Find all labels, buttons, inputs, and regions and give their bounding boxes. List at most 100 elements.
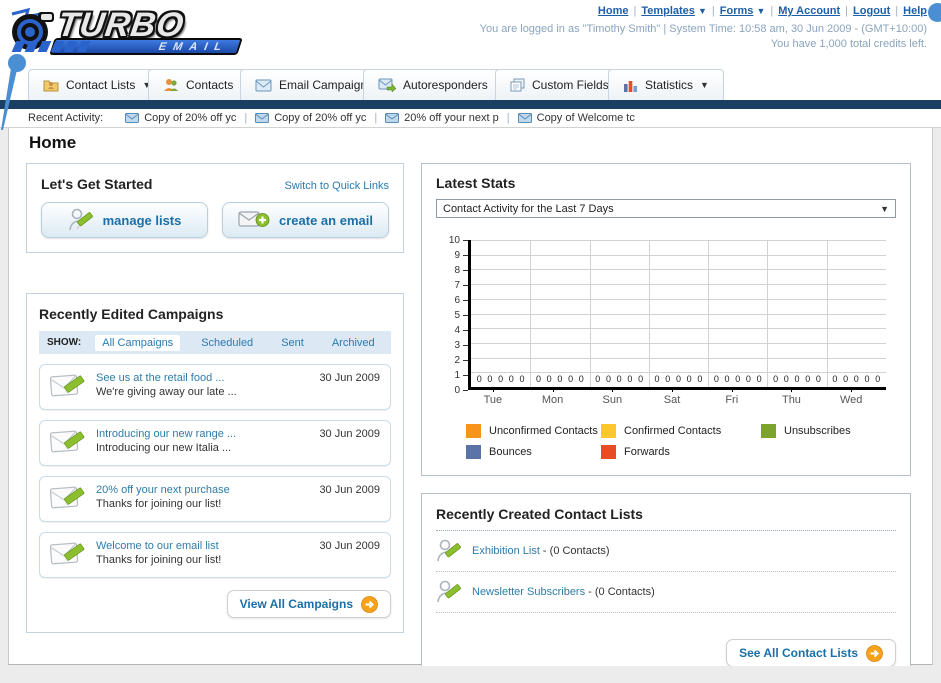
envelope-icon bbox=[517, 113, 532, 123]
annotation-dot-icon bbox=[928, 3, 941, 22]
legend-item: Bounces bbox=[466, 445, 601, 459]
logo-banner-segments bbox=[11, 41, 91, 52]
legend-item: Forwards bbox=[601, 445, 761, 459]
nav-link-templates[interactable]: Templates bbox=[641, 5, 695, 17]
tab-statistics[interactable]: Statistics ▼ bbox=[608, 69, 724, 100]
h-gridline bbox=[471, 342, 886, 344]
contact-list-item[interactable]: Exhibition List - (0 Contacts) bbox=[436, 531, 896, 572]
legend-label: Forwards bbox=[624, 446, 670, 458]
recent-activity-bar: Recent Activity: Copy of 20% off yc | Co… bbox=[0, 109, 941, 128]
data-label-group: 00000 bbox=[471, 374, 530, 384]
data-label: 0 bbox=[805, 374, 811, 384]
campaign-subtitle: Thanks for joining our list! bbox=[96, 498, 222, 510]
contact-list-count: - (0 Contacts) bbox=[539, 545, 610, 557]
recent-activity-label: Recent Activity: bbox=[28, 112, 104, 124]
filter-all-campaigns[interactable]: All Campaigns bbox=[95, 334, 181, 351]
envelope-pencil-icon bbox=[50, 542, 85, 565]
latest-stats-title: Latest Stats bbox=[436, 175, 516, 191]
contact-activity-chart: 10 9 8 7 6 5 4 3 2 1 0 000000000000000000000000000… bbox=[436, 235, 896, 396]
h-gridline bbox=[471, 254, 886, 256]
data-label: 0 bbox=[843, 374, 849, 384]
activity-separator: | bbox=[374, 112, 378, 124]
x-tick-label: Sun bbox=[582, 388, 642, 406]
tab-contact-lists[interactable]: Contact Lists ▼ bbox=[28, 69, 167, 100]
campaign-list-item[interactable]: See us at the retail food ... We're givi… bbox=[39, 364, 391, 410]
campaign-text: 20% off your next purchase Thanks for jo… bbox=[96, 484, 309, 514]
recent-activity-item[interactable]: Copy of Welcome tc bbox=[517, 112, 635, 124]
header-nav: Home | Templates ▼ | Forms ▼ | My Account | Logo… bbox=[598, 5, 927, 17]
nav-link-logout[interactable]: Logout bbox=[853, 5, 890, 17]
data-label: 0 bbox=[665, 374, 671, 384]
campaign-text: See us at the retail food ... We're givi… bbox=[96, 372, 309, 402]
data-label: 0 bbox=[724, 374, 730, 384]
campaign-list-item[interactable]: Welcome to our email list Thanks for joi… bbox=[39, 532, 391, 578]
contact-list-link[interactable]: Exhibition List bbox=[472, 545, 540, 557]
see-all-contact-lists-label: See All Contact Lists bbox=[739, 646, 858, 660]
h-gridline bbox=[471, 269, 886, 271]
view-all-campaigns-button[interactable]: View All Campaigns bbox=[226, 590, 391, 618]
recent-activity-item[interactable]: 20% off your next p bbox=[385, 112, 499, 124]
nav-separator: | bbox=[633, 5, 637, 17]
campaign-title-link[interactable]: 20% off your next purchase bbox=[96, 484, 309, 496]
filter-scheduled[interactable]: Scheduled bbox=[194, 335, 260, 351]
manage-lists-button[interactable]: manage lists bbox=[41, 202, 208, 238]
campaign-date: 30 Jun 2009 bbox=[319, 540, 380, 552]
show-label: SHOW: bbox=[47, 337, 82, 348]
person-pencil-icon bbox=[437, 539, 461, 562]
data-label: 0 bbox=[875, 374, 881, 384]
nav-separator: | bbox=[770, 5, 774, 17]
get-started-buttons: manage lists create an email bbox=[41, 202, 389, 238]
h-gridline bbox=[471, 328, 886, 330]
chevron-down-icon: ▼ bbox=[880, 203, 889, 214]
envelope-pencil-icon bbox=[50, 430, 85, 453]
main-nav-tabs: Contact Lists ▼ Contacts ▼ Email Campaig… bbox=[0, 62, 941, 100]
credits-info-text: You have 1,000 total credits left. bbox=[770, 38, 927, 50]
h-gridline bbox=[471, 240, 886, 241]
switch-to-quick-links-link[interactable]: Switch to Quick Links bbox=[284, 180, 389, 192]
chevron-down-icon: ▼ bbox=[756, 6, 766, 16]
see-all-contact-lists-button[interactable]: See All Contact Lists bbox=[726, 639, 896, 667]
manage-lists-label: manage lists bbox=[102, 212, 182, 228]
h-gridline bbox=[471, 372, 886, 374]
data-label: 0 bbox=[864, 374, 870, 384]
data-label: 0 bbox=[578, 374, 584, 384]
data-label: 0 bbox=[546, 374, 552, 384]
envelope-pencil-icon bbox=[50, 374, 85, 397]
legend-swatch-icon bbox=[601, 445, 616, 459]
nav-link-home[interactable]: Home bbox=[598, 5, 629, 17]
campaign-list-item[interactable]: Introducing our new range ... Introducin… bbox=[39, 420, 391, 466]
nav-link-my-account[interactable]: My Account bbox=[778, 5, 840, 17]
turbo-email-logo: TURBO EMAIL bbox=[6, 4, 256, 58]
contact-list-count: - (0 Contacts) bbox=[585, 586, 655, 598]
recent-activity-item[interactable]: Copy of 20% off yc bbox=[125, 112, 236, 124]
campaign-title-link[interactable]: See us at the retail food ... bbox=[96, 372, 309, 384]
legend-swatch-icon bbox=[466, 424, 481, 438]
contact-list-item[interactable]: Newsletter Subscribers - (0 Contacts) bbox=[436, 572, 896, 613]
contact-list-link[interactable]: Newsletter Subscribers bbox=[472, 586, 585, 598]
campaign-text: Welcome to our email list Thanks for joi… bbox=[96, 540, 309, 570]
campaign-title-link[interactable]: Welcome to our email list bbox=[96, 540, 309, 552]
filter-archived[interactable]: Archived bbox=[325, 335, 382, 351]
legend-label: Unconfirmed Contacts bbox=[489, 425, 598, 437]
create-email-button[interactable]: create an email bbox=[222, 202, 389, 238]
campaigns-panel-title: Recently Edited Campaigns bbox=[39, 306, 224, 322]
right-column: Latest Stats Contact Activity for the La… bbox=[421, 163, 911, 682]
recent-activity-item[interactable]: Copy of 20% off yc bbox=[255, 112, 366, 124]
stats-dropdown[interactable]: Contact Activity for the Last 7 Days ▼ bbox=[436, 199, 896, 218]
nav-link-forms[interactable]: Forms bbox=[720, 5, 754, 17]
nav-link-help[interactable]: Help bbox=[903, 5, 927, 17]
x-tick-label: Wed bbox=[821, 388, 881, 406]
legend-label: Confirmed Contacts bbox=[624, 425, 722, 437]
chart-plot-area: 00000000000000000000000000000000000 bbox=[468, 240, 886, 390]
filter-sent[interactable]: Sent bbox=[274, 335, 311, 351]
campaign-title-link[interactable]: Introducing our new range ... bbox=[96, 428, 309, 440]
envelope-pencil-icon bbox=[50, 486, 85, 509]
x-tick-label: Tue bbox=[463, 388, 523, 406]
data-label-group: 00000 bbox=[590, 374, 649, 384]
contacts-icon bbox=[164, 79, 178, 91]
x-tick-label: Sat bbox=[642, 388, 702, 406]
x-tick-label: Thu bbox=[762, 388, 822, 406]
campaign-list-item[interactable]: 20% off your next purchase Thanks for jo… bbox=[39, 476, 391, 522]
page-title: Home bbox=[29, 133, 77, 152]
nav-separator: | bbox=[845, 5, 849, 17]
